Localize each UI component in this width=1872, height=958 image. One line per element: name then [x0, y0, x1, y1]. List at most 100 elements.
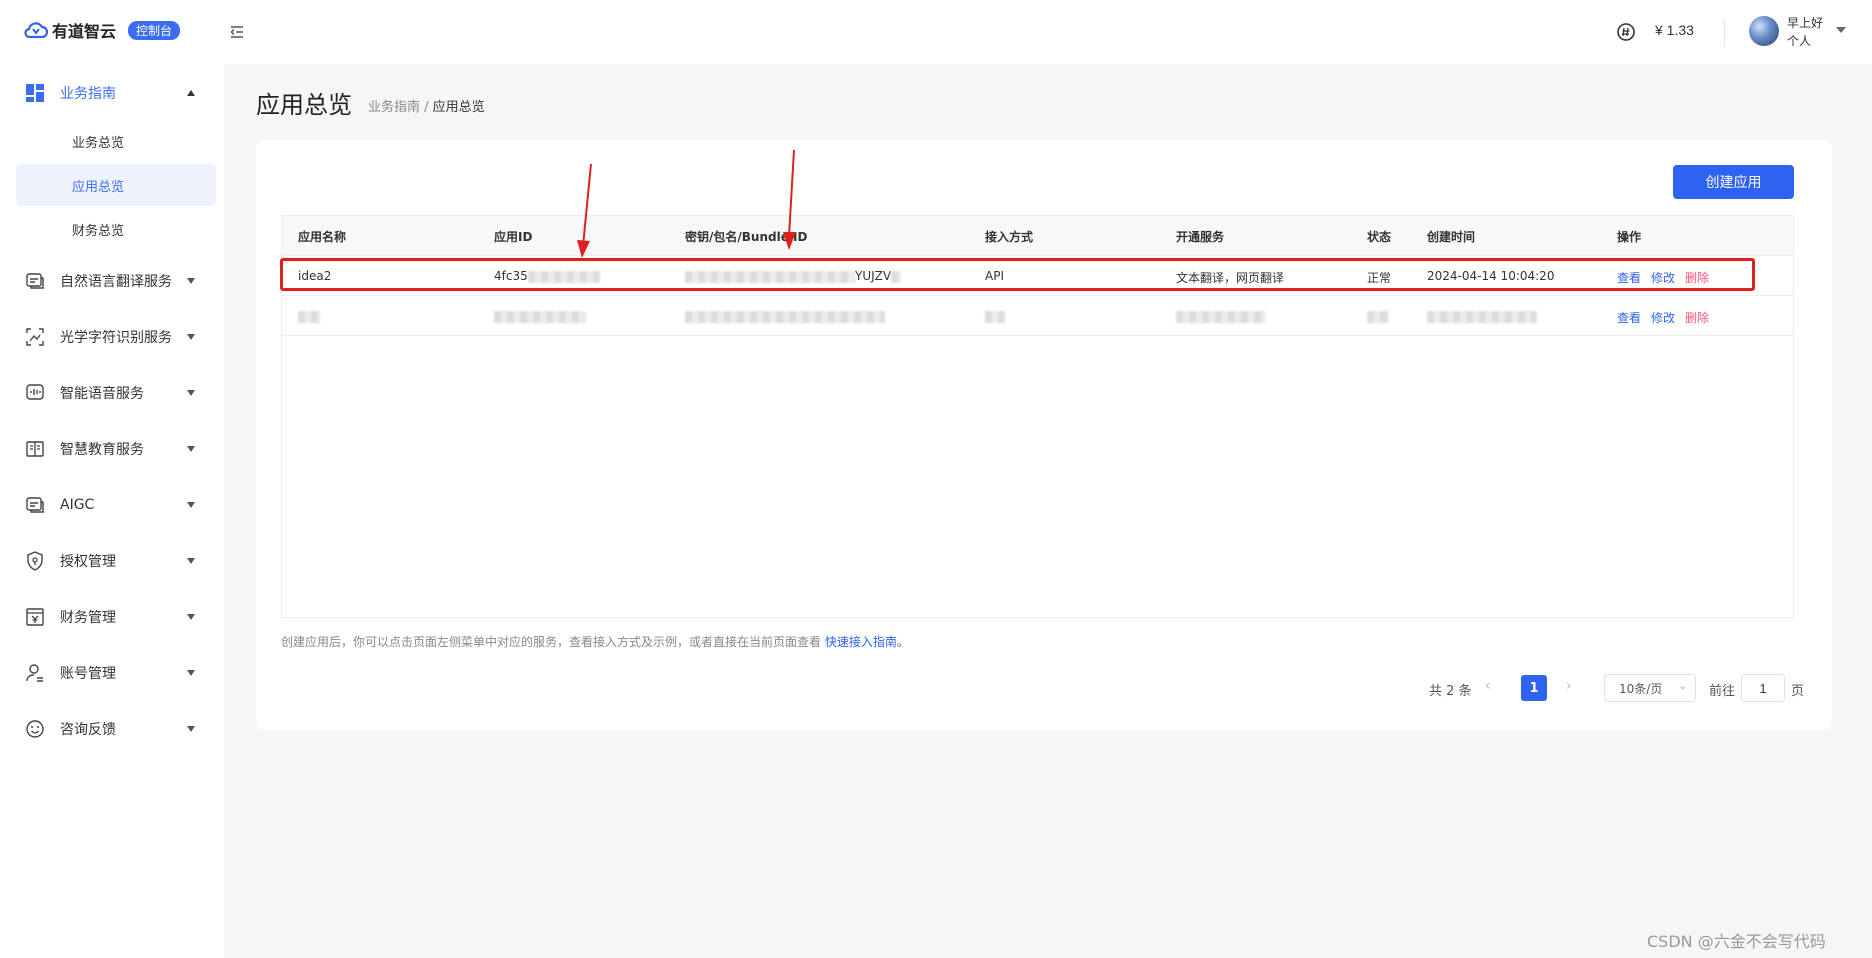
sidebar-subitem-finance-overview[interactable]: 财务总览 [16, 208, 216, 250]
user-menu-caret-icon[interactable] [1836, 27, 1846, 33]
create-app-button[interactable]: 创建应用 [1673, 165, 1794, 199]
column-header: 应用ID [494, 230, 533, 244]
usage-hint: 创建应用后，你可以点击页面左侧菜单中对应的服务，查看接入方式及示例，或者直接在当… [281, 633, 909, 650]
app-name-redacted [298, 309, 320, 323]
voice-icon [26, 384, 44, 400]
redacted-blur [1427, 310, 1537, 323]
cloud-logo-icon [24, 22, 48, 39]
redacted-blur [494, 310, 586, 323]
column-header: 开通服务 [1176, 230, 1225, 244]
annotation-highlight-box [280, 258, 1755, 291]
sidebar-subitem-app-overview[interactable]: 应用总览 [16, 164, 216, 206]
column-header: 创建时间 [1427, 230, 1476, 244]
sidebar-item-finance[interactable]: 财务管理 [0, 597, 224, 637]
row-actions: 查看 修改 删除 [1617, 309, 1719, 326]
page-size-value: 10条/页 [1619, 681, 1663, 696]
chevron-down-icon [187, 726, 195, 732]
balance-icon[interactable] [1616, 22, 1636, 42]
chevron-down-icon [187, 334, 195, 340]
sidebar-item-label: 自然语言翻译服务 [60, 274, 172, 290]
aigc-icon [26, 497, 44, 513]
sidebar-item-business-guide[interactable]: 业务指南 [0, 73, 224, 113]
user-type: 个人 [1787, 34, 1812, 48]
chevron-down-icon [187, 558, 195, 564]
breadcrumb: 业务指南 / 应用总览 [368, 96, 485, 115]
column-header: 接入方式 [985, 230, 1034, 244]
sidebar-item-label: 光学字符识别服务 [60, 330, 172, 346]
chevron-up-icon [187, 90, 195, 96]
brand-logo[interactable]: 有道智云 控制台 [24, 18, 181, 42]
quick-start-link[interactable]: 快速接入指南。 [825, 635, 909, 649]
delete-link[interactable]: 删除 [1685, 311, 1709, 325]
user-greeting[interactable]: 早上好 个人 [1787, 14, 1823, 50]
sidebar-item-ocr[interactable]: 光学字符识别服务 [0, 317, 224, 357]
pagination-total: 共 2 条 [1429, 684, 1472, 699]
sidebar-item-translation[interactable]: 自然语言翻译服务 [0, 261, 224, 301]
status-redacted [1367, 309, 1389, 323]
dashboard-icon [26, 84, 44, 102]
sidebar-item-label: 授权管理 [60, 554, 116, 570]
sidebar-item-label: 业务指南 [60, 86, 116, 102]
finance-icon [26, 608, 44, 626]
sidebar-item-label: AIGC [60, 497, 95, 513]
chevron-left-icon[interactable]: ‹ [1485, 678, 1497, 694]
sidebar-item-education[interactable]: 智慧教育服务 [0, 429, 224, 469]
sidebar-item-authorization[interactable]: 授权管理 [0, 541, 224, 581]
sidebar-item-aigc[interactable]: AIGC [0, 485, 224, 525]
services-redacted [1176, 309, 1266, 323]
view-link[interactable]: 查看 [1617, 311, 1641, 325]
redacted-blur [1367, 310, 1389, 323]
goto-suffix: 页 [1791, 684, 1805, 699]
access-method-redacted [985, 309, 1005, 323]
avatar[interactable] [1749, 16, 1779, 46]
sidebar-item-label: 账号管理 [60, 666, 116, 682]
sidebar-item-voice[interactable]: 智能语音服务 [0, 373, 224, 413]
sidebar-item-account[interactable]: 账号管理 [0, 653, 224, 693]
breadcrumb-parent[interactable]: 业务指南 [368, 100, 420, 115]
goto-page-input[interactable] [1741, 674, 1785, 702]
column-header: 应用名称 [298, 230, 347, 244]
edit-link[interactable]: 修改 [1651, 311, 1675, 325]
console-badge: 控制台 [128, 20, 181, 40]
chevron-down-icon [187, 278, 195, 284]
feedback-icon [26, 720, 44, 738]
chevron-right-icon[interactable]: › [1566, 678, 1578, 694]
sidebar-subitem-business-overview[interactable]: 业务总览 [16, 120, 216, 162]
translate-icon [26, 273, 44, 289]
created-time-redacted [1427, 309, 1537, 323]
account-icon [26, 664, 43, 682]
page-title: 应用总览 [256, 91, 352, 119]
brand-name: 有道智云 [52, 22, 117, 41]
table-row: 查看 修改 删除 [282, 296, 1793, 336]
chevron-down-icon [187, 502, 195, 508]
sidebar-item-label: 智慧教育服务 [60, 442, 144, 458]
chevron-down-icon [187, 390, 195, 396]
chevron-down-icon [187, 446, 195, 452]
top-bar: 有道智云 控制台 ¥ 1.33 早上好 个人 [0, 0, 1872, 64]
sidebar-item-label: 咨询反馈 [60, 722, 116, 738]
app-secret-redacted [685, 309, 885, 323]
column-header: 操作 [1617, 230, 1642, 244]
page-number-current[interactable]: 1 [1521, 675, 1547, 701]
chevron-down-icon [187, 670, 195, 676]
column-header: 密钥/包名/Bundle ID [685, 230, 808, 244]
sidebar-item-label: 财务管理 [60, 610, 116, 626]
education-icon [26, 441, 44, 457]
redacted-blur [685, 310, 885, 323]
collapse-sidebar-icon[interactable] [227, 22, 247, 42]
shield-icon [27, 551, 43, 571]
watermark: CSDN @六金不会写代码 [1647, 932, 1826, 951]
sidebar-item-label: 智能语音服务 [60, 386, 144, 402]
sidebar-item-feedback[interactable]: 咨询反馈 [0, 709, 224, 749]
sidebar: 业务指南 业务总览 应用总览 财务总览 自然语言翻译服务 光学字符识别服务 智能… [0, 64, 224, 958]
table-header: 应用名称 应用ID 密钥/包名/Bundle ID 接入方式 开通服务 状态 创… [282, 216, 1793, 256]
redacted-blur [1176, 310, 1266, 323]
hint-text: 创建应用后，你可以点击页面左侧菜单中对应的服务，查看接入方式及示例，或者直接在当… [281, 635, 825, 649]
header-divider [1724, 20, 1725, 46]
column-header: 状态 [1367, 230, 1392, 244]
app-id-redacted [494, 309, 586, 323]
page-size-select[interactable]: 10条/页 ⌄ [1604, 674, 1696, 702]
chevron-down-icon: ⌄ [1678, 681, 1687, 692]
breadcrumb-current: 应用总览 [432, 100, 485, 115]
redacted-blur [985, 310, 1005, 323]
